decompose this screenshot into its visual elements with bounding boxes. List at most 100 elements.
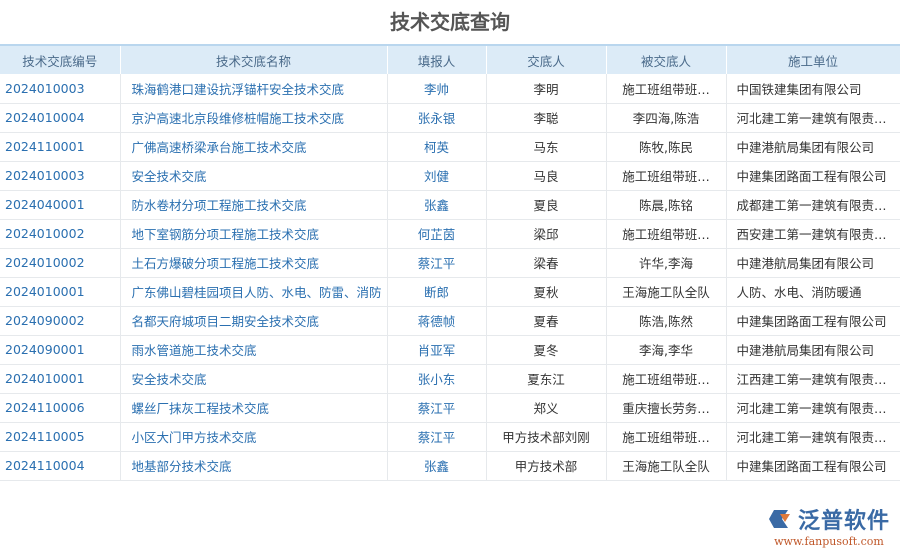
cell-recipient: 重庆擅长劳务… [606,393,727,423]
cell-unit: 人防、水电、消防暖通 [726,277,900,307]
cell-reporter[interactable]: 肖亚军 [387,335,487,365]
cell-reporter[interactable]: 张鑫 [387,190,487,220]
table-row[interactable]: 2024090002 名都天府城项目二期安全技术交底 蒋德帧 夏春 陈浩,陈然 中建集团路… [0,306,900,336]
cell-code[interactable]: 2024090002 [0,306,121,336]
cell-code[interactable]: 2024040001 [0,190,121,220]
cell-unit: 中建港航局集团有限公司 [726,335,900,365]
cell-name[interactable]: 地基部分技术交底 [120,451,388,481]
cell-code[interactable]: 2024010004 [0,103,121,133]
cell-name[interactable]: 土石方爆破分项工程施工技术交底 [120,248,388,278]
cell-unit: 中建集团路面工程有限公司 [726,451,900,481]
header-col-reporter[interactable]: 填报人 [387,44,487,74]
table-row[interactable]: 2024010002 土石方爆破分项工程施工技术交底 蔡江平 梁春 许华,李海 中建港航局… [0,248,900,278]
cell-name[interactable]: 小区大门甲方技术交底 [120,422,388,452]
logo-text: 泛普软件 [797,509,890,534]
cell-reporter[interactable]: 张永银 [387,103,487,133]
cell-reporter[interactable]: 蔡江平 [387,393,487,423]
cell-unit: 成都建工第一建筑有限责任… [726,190,900,220]
cell-recipient: 施工班组带班… [606,422,727,452]
cell-recipient: 王海施工队全队 [606,451,727,481]
table-row[interactable]: 2024010003 安全技术交底 刘健 马良 施工班组带班… 中建集团路面工程有限公司 [0,161,900,191]
cell-reporter[interactable]: 何芷茵 [387,219,487,249]
table-row[interactable]: 2024110004 地基部分技术交底 张鑫 甲方技术部 王海施工队全队 中建集团路面工程… [0,451,900,481]
cell-discloser: 夏冬 [486,335,607,365]
table-row[interactable]: 2024010002 地下室钢筋分项工程施工技术交底 何芷茵 梁邱 施工班组带班… 西安建… [0,219,900,249]
table-row[interactable]: 2024040001 防水卷材分项工程施工技术交底 张鑫 夏良 陈晨,陈铭 成都建工第一建… [0,190,900,220]
cell-discloser: 李聪 [486,103,607,133]
cell-code[interactable]: 2024010002 [0,248,121,278]
cell-discloser: 梁春 [486,248,607,278]
cell-discloser: 甲方技术部 [486,451,607,481]
cell-recipient: 陈牧,陈民 [606,132,727,162]
cell-unit: 河北建工第一建筑有限责任… [726,422,900,452]
cell-recipient: 李四海,陈浩 [606,103,727,133]
table-row[interactable]: 2024010003 珠海鹤港口建设抗浮锚杆安全技术交底 李帅 李明 施工班组带班… 中国… [0,74,900,104]
cell-name[interactable]: 安全技术交底 [120,161,388,191]
cell-code[interactable]: 2024010003 [0,74,121,104]
cell-discloser: 郑义 [486,393,607,423]
cell-unit: 中建港航局集团有限公司 [726,132,900,162]
cell-reporter[interactable]: 李帅 [387,74,487,104]
header-col-discloser[interactable]: 交底人 [486,44,607,74]
table-row[interactable]: 2024010001 安全技术交底 张小东 夏东江 施工班组带班… 江西建工第一建筑有限责… [0,364,900,394]
cell-name[interactable]: 防水卷材分项工程施工技术交底 [120,190,388,220]
table-row[interactable]: 2024110005 小区大门甲方技术交底 蔡江平 甲方技术部刘刚 施工班组带班… 河北建… [0,422,900,452]
cell-discloser: 梁邱 [486,219,607,249]
cell-name[interactable]: 广东佛山碧桂园项目人防、水电、防雷、消防 [120,277,388,307]
cell-name[interactable]: 螺丝厂抹灰工程技术交底 [120,393,388,423]
cell-reporter[interactable]: 柯英 [387,132,487,162]
cell-recipient: 陈晨,陈铭 [606,190,727,220]
cell-reporter[interactable]: 张小东 [387,364,487,394]
cell-unit: 中建集团路面工程有限公司 [726,306,900,336]
cell-recipient: 施工班组带班… [606,364,727,394]
cell-code[interactable]: 2024010002 [0,219,121,249]
cell-recipient: 王海施工队全队 [606,277,727,307]
cell-code[interactable]: 2024110006 [0,393,121,423]
table-row[interactable]: 2024010001 广东佛山碧桂园项目人防、水电、防雷、消防 断郎 夏秋 王海施工队全… [0,277,900,307]
cell-discloser: 夏东江 [486,364,607,394]
cell-recipient: 许华,李海 [606,248,727,278]
cell-name[interactable]: 京沪高速北京段维修桩帽施工技术交底 [120,103,388,133]
cell-reporter[interactable]: 刘健 [387,161,487,191]
table-row[interactable]: 2024110006 螺丝厂抹灰工程技术交底 蔡江平 郑义 重庆擅长劳务… 河北建工第一建… [0,393,900,423]
cell-code[interactable]: 2024010001 [0,277,121,307]
cell-code[interactable]: 2024010001 [0,364,121,394]
cell-recipient: 施工班组带班… [606,161,727,191]
cell-reporter[interactable]: 蔡江平 [387,248,487,278]
table-row[interactable]: 2024110001 广佛高速桥梁承台施工技术交底 柯英 马东 陈牧,陈民 中建港航局集团… [0,132,900,162]
cell-discloser: 夏春 [486,306,607,336]
cell-name[interactable]: 名都天府城项目二期安全技术交底 [120,306,388,336]
header-col-name[interactable]: 技术交底名称 [120,44,388,74]
cell-code[interactable]: 2024110004 [0,451,121,481]
table-row[interactable]: 2024010004 京沪高速北京段维修桩帽施工技术交底 张永银 李聪 李四海,陈浩 河北… [0,103,900,133]
cell-name[interactable]: 地下室钢筋分项工程施工技术交底 [120,219,388,249]
header-col-unit[interactable]: 施工单位 [726,44,900,74]
cell-recipient: 施工班组带班… [606,74,727,104]
cell-discloser: 甲方技术部刘刚 [486,422,607,452]
cell-code[interactable]: 2024090001 [0,335,121,365]
header-col-recipient[interactable]: 被交底人 [606,44,727,74]
cell-reporter[interactable]: 蒋德帧 [387,306,487,336]
cell-discloser: 马良 [486,161,607,191]
cell-code[interactable]: 2024110001 [0,132,121,162]
cell-reporter[interactable]: 蔡江平 [387,422,487,452]
cell-recipient: 陈浩,陈然 [606,306,727,336]
cell-discloser: 夏良 [486,190,607,220]
cell-reporter[interactable]: 断郎 [387,277,487,307]
cell-recipient: 李海,李华 [606,335,727,365]
cell-name[interactable]: 安全技术交底 [120,364,388,394]
header-col-code[interactable]: 技术交底编号 [0,44,121,74]
disclosure-table: 技术交底编号 技术交底名称 填报人 交底人 被交底人 施工单位 2024010003 珠海鹤… [0,44,900,481]
cell-unit: 中国铁建集团有限公司 [726,74,900,104]
cell-discloser: 马东 [486,132,607,162]
cell-reporter[interactable]: 张鑫 [387,451,487,481]
cell-unit: 西安建工第一建筑有限责任… [726,219,900,249]
cell-name[interactable]: 雨水管道施工技术交底 [120,335,388,365]
table-header: 技术交底编号 技术交底名称 填报人 交底人 被交底人 施工单位 [0,44,900,74]
cell-code[interactable]: 2024110005 [0,422,121,452]
fanpu-logo: 泛普软件 www.fanpusoft.com [768,503,890,548]
table-row[interactable]: 2024090001 雨水管道施工技术交底 肖亚军 夏冬 李海,李华 中建港航局集团有限公… [0,335,900,365]
cell-name[interactable]: 广佛高速桥梁承台施工技术交底 [120,132,388,162]
cell-name[interactable]: 珠海鹤港口建设抗浮锚杆安全技术交底 [120,74,388,104]
cell-code[interactable]: 2024010003 [0,161,121,191]
